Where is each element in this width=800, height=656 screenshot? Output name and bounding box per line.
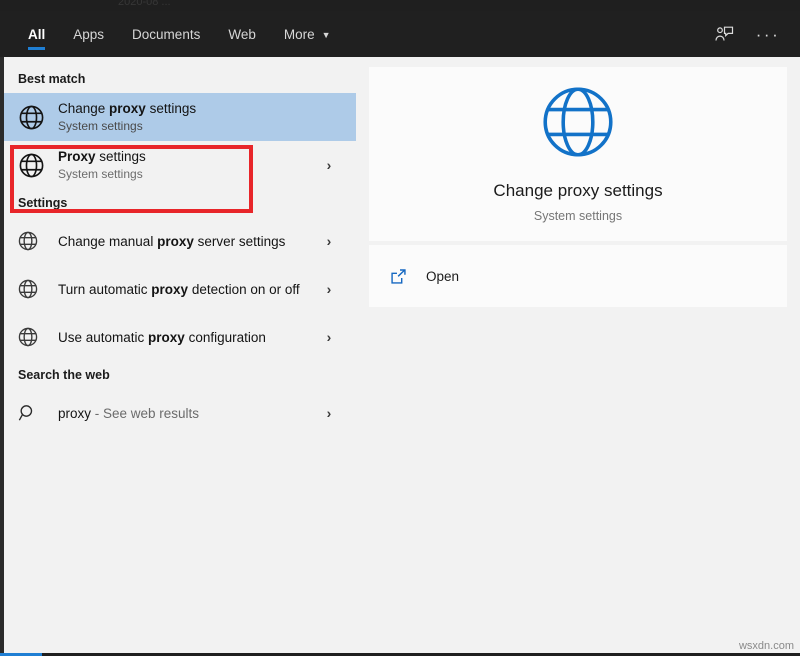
group-header-best-match: Best match [18, 72, 86, 86]
tab-web[interactable]: Web [214, 11, 270, 57]
chevron-right-icon[interactable]: › [316, 281, 342, 297]
globe-icon [18, 104, 58, 131]
chevron-right-icon[interactable]: › [316, 157, 342, 173]
tab-all-label: All [28, 26, 46, 42]
result-item-change-proxy-settings[interactable]: Change proxy settings System settings [4, 93, 356, 141]
globe-icon-large [541, 85, 615, 164]
search-body: Best match Change proxy settings System … [0, 57, 800, 656]
tab-web-label: Web [228, 26, 256, 42]
open-external-icon [390, 268, 420, 285]
result-title: Change proxy settings [58, 100, 342, 117]
chevron-right-icon[interactable]: › [316, 405, 342, 421]
preview-card: Change proxy settings System settings [369, 67, 787, 241]
tab-more[interactable]: More ▼ [270, 11, 345, 57]
web-search-title: proxy - See web results [58, 406, 316, 421]
setting-title: Turn automatic proxy detection on or off [58, 281, 316, 298]
result-text: Change proxy settings System settings [58, 100, 342, 134]
background-window-text: 2020-08 ... [118, 0, 171, 8]
globe-outline-icon [18, 279, 58, 299]
globe-icon [18, 152, 58, 179]
tab-apps[interactable]: Apps [59, 11, 118, 57]
feedback-button[interactable] [706, 18, 742, 50]
setting-text: Use automatic proxy configuration [58, 329, 316, 346]
tab-more-label: More [283, 26, 315, 42]
title-match: proxy [157, 233, 194, 249]
preview-title: Change proxy settings [493, 181, 663, 200]
title-match: proxy [109, 101, 146, 116]
chevron-right-icon[interactable]: › [316, 329, 342, 345]
title-match: proxy [148, 329, 185, 345]
title-match: proxy [151, 281, 189, 297]
title-prefix: Turn automatic [58, 281, 152, 297]
background-window-left-edge [0, 57, 4, 656]
tab-documents[interactable]: Documents [118, 11, 214, 57]
globe-outline-icon [18, 327, 58, 347]
preview-pane: Change proxy settings System settings Op… [356, 57, 800, 656]
title-suffix: detection on or off [188, 281, 300, 297]
title-suffix: configuration [184, 329, 266, 345]
feedback-person-icon [714, 25, 734, 43]
chevron-right-icon[interactable]: › [316, 233, 342, 249]
title-suffix: settings [145, 101, 197, 116]
globe-outline-icon [18, 231, 58, 251]
setting-item-turn-automatic-proxy-detection[interactable]: Turn automatic proxy detection on or off… [4, 265, 356, 313]
web-search-item-proxy[interactable]: proxy - See web results › [4, 389, 356, 437]
tab-apps-label: Apps [73, 26, 105, 42]
setting-text: Turn automatic proxy detection on or off [58, 281, 316, 298]
preview-subtitle: System settings [533, 209, 623, 223]
tab-all[interactable]: All [14, 11, 59, 57]
title-suffix: server settings [193, 233, 286, 249]
title-match: Proxy [58, 149, 96, 164]
ellipsis-icon: ··· [755, 24, 781, 44]
result-title: Proxy settings [58, 148, 316, 165]
result-item-proxy-settings[interactable]: Proxy settings System settings › [4, 141, 356, 189]
result-subtitle: System settings [58, 119, 143, 133]
tab-documents-label: Documents [132, 26, 201, 42]
web-search-query: proxy [58, 405, 92, 421]
chevron-down-icon: ▼ [321, 29, 331, 40]
tab-active-underline [28, 47, 46, 50]
group-header-search-the-web: Search the web [18, 368, 110, 382]
filter-tabs: All Apps Documents Web More ▼ [0, 11, 345, 57]
title-prefix: Change manual [58, 233, 158, 249]
header-actions: ··· [706, 11, 800, 57]
search-icon [18, 403, 58, 423]
title-prefix: Change [58, 101, 110, 116]
search-header: All Apps Documents Web More ▼ ··· [0, 11, 800, 57]
watermark: wsxdn.com [738, 640, 794, 652]
result-subtitle: System settings [58, 167, 143, 181]
setting-title: Change manual proxy server settings [58, 233, 316, 250]
setting-item-use-automatic-proxy-configuration[interactable]: Use automatic proxy configuration › [4, 313, 356, 361]
setting-title: Use automatic proxy configuration [58, 329, 316, 346]
web-search-text: proxy - See web results [58, 406, 316, 421]
preview-actions: Open [369, 245, 787, 307]
background-window-sliver: 2020-08 ... [0, 0, 800, 11]
open-action-label[interactable]: Open [426, 269, 459, 284]
windows-search-flyout: 2020-08 ... All Apps Documents Web More … [0, 0, 800, 656]
title-suffix: settings [95, 149, 146, 164]
group-header-settings: Settings [18, 196, 68, 210]
setting-item-change-manual-proxy-server-settings[interactable]: Change manual proxy server settings › [4, 217, 356, 265]
result-text: Proxy settings System settings [58, 148, 316, 182]
web-search-suffix: - See web results [91, 405, 200, 421]
results-column: Best match Change proxy settings System … [4, 57, 356, 656]
setting-text: Change manual proxy server settings [58, 233, 316, 250]
more-options-button[interactable]: ··· [750, 18, 786, 50]
title-prefix: Use automatic [58, 329, 149, 345]
